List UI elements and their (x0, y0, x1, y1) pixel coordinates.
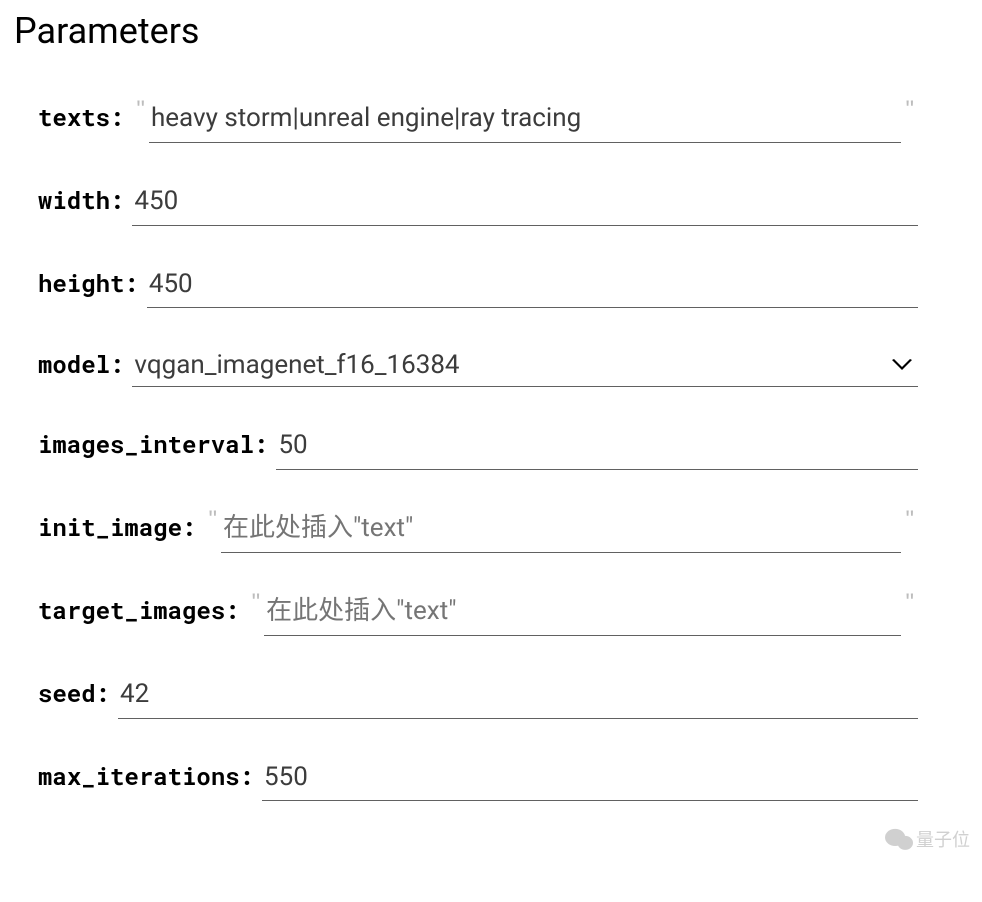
init-image-input[interactable] (221, 510, 902, 553)
label-texts: texts: (38, 101, 124, 133)
param-row-model: model: vqgan_imagenet_f16_16384 (0, 328, 982, 407)
quote-close-icon: " (901, 508, 918, 532)
quote-open-icon: " (204, 508, 221, 532)
label-max-iterations: max_iterations: (38, 760, 254, 792)
quote-open-icon: " (248, 591, 265, 615)
section-title: Parameters (0, 0, 982, 52)
param-row-max-iterations: max_iterations: (0, 739, 982, 822)
param-row-images-interval: images_interval: (0, 407, 982, 490)
max-iterations-input[interactable] (262, 759, 918, 802)
watermark-text: 量子位 (916, 826, 970, 852)
images-interval-input[interactable] (276, 427, 918, 470)
width-input[interactable] (132, 183, 918, 226)
param-row-height: height: (0, 246, 982, 329)
seed-input[interactable] (118, 676, 918, 719)
height-input[interactable] (147, 266, 918, 309)
label-seed: seed: (38, 677, 110, 709)
param-row-target-images: target_images: " " (0, 573, 982, 656)
param-row-texts: texts: " " (0, 80, 982, 163)
model-select[interactable]: vqgan_imagenet_f16_16384 (132, 348, 918, 387)
label-height: height: (38, 267, 139, 299)
watermark: 量子位 (885, 826, 970, 852)
param-row-width: width: (0, 163, 982, 246)
quote-open-icon: " (132, 98, 149, 122)
param-row-init-image: init_image: " " (0, 490, 982, 573)
quote-close-icon: " (901, 98, 918, 122)
param-row-seed: seed: (0, 656, 982, 739)
target-images-input[interactable] (264, 593, 901, 636)
label-target-images: target_images: (38, 594, 240, 626)
label-model: model: (38, 348, 124, 380)
label-init-image: init_image: (38, 511, 196, 543)
texts-input[interactable] (149, 100, 902, 143)
label-width: width: (38, 184, 124, 216)
label-images-interval: images_interval: (38, 428, 268, 460)
quote-close-icon: " (901, 591, 918, 615)
wechat-icon (885, 827, 913, 851)
